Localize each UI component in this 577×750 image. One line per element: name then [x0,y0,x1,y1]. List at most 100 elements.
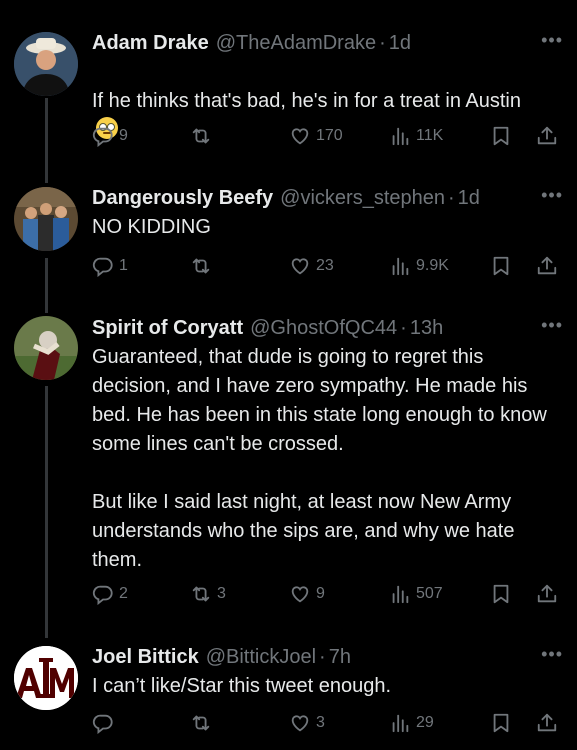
views-count: 9.9K [416,257,449,274]
avatar[interactable] [14,646,78,710]
share-button[interactable] [536,580,558,608]
share-button[interactable] [536,252,558,280]
views-button[interactable]: 11K [389,122,443,150]
views-icon [389,583,411,605]
avatar[interactable] [14,32,78,96]
retweet-count: 3 [217,585,226,602]
views-button[interactable]: 507 [389,580,443,608]
more-icon[interactable]: ••• [541,644,563,665]
share-button[interactable] [536,122,558,150]
reply-button[interactable]: 1 [92,252,128,280]
like-count: 23 [316,257,334,274]
tweet[interactable]: Joel Bittick @BittickJoel · 7h ••• I can… [0,642,577,750]
retweet-icon [190,583,212,605]
display-name[interactable]: Dangerously Beefy [92,187,273,210]
tweet-text-content: If he thinks that's bad, he's in for a t… [92,90,521,112]
tweet-header: Spirit of Coryatt @GhostOfQC44 · 13h [92,313,443,343]
reply-count: 9 [119,127,128,144]
views-count: 29 [416,714,434,731]
avatar[interactable] [14,316,78,380]
timestamp[interactable]: 7h [329,646,351,669]
heart-icon [289,712,311,734]
share-icon [536,583,558,605]
tweet[interactable]: Dangerously Beefy @vickers_stephen · 1d … [0,183,577,286]
tweet-header: Dangerously Beefy @vickers_stephen · 1d [92,183,480,213]
share-icon [536,255,558,277]
user-handle[interactable]: @BittickJoel [206,646,316,669]
action-bar: 9 170 11K [92,122,562,150]
reply-button[interactable]: 2 [92,580,128,608]
more-icon[interactable]: ••• [541,185,563,206]
retweet-icon [190,712,212,734]
reply-icon [92,583,114,605]
heart-icon [289,583,311,605]
more-icon[interactable]: ••• [541,315,563,336]
timestamp[interactable]: 1d [389,32,411,55]
bookmark-icon [490,125,512,147]
reply-count: 1 [119,257,128,274]
retweet-button[interactable] [190,709,217,737]
share-button[interactable] [536,709,558,737]
bookmark-icon [490,255,512,277]
tweet-text: Guaranteed, that dude is going to regret… [92,346,547,571]
display-name[interactable]: Adam Drake [92,32,209,55]
separator-dot: · [448,186,455,209]
tweet-header: Adam Drake @TheAdamDrake · 1d [92,28,411,58]
display-name[interactable]: Joel Bittick [92,646,199,669]
like-button[interactable]: 9 [289,580,325,608]
heart-icon [289,255,311,277]
bookmark-button[interactable] [490,709,512,737]
tweet-header: Joel Bittick @BittickJoel · 7h [92,642,351,672]
reply-button[interactable]: 9 [92,122,128,150]
views-count: 11K [416,127,444,144]
more-icon[interactable]: ••• [541,30,563,51]
reply-icon [92,712,114,734]
views-count: 507 [416,585,443,602]
heart-icon [289,125,311,147]
action-bar: 2 3 9 507 [92,580,562,608]
like-count: 170 [316,127,343,144]
reply-count: 2 [119,585,128,602]
bookmark-button[interactable] [490,252,512,280]
like-button[interactable]: 170 [289,122,343,150]
bookmark-icon [490,583,512,605]
tweet[interactable]: Spirit of Coryatt @GhostOfQC44 · 13h •••… [0,313,577,613]
views-button[interactable]: 29 [389,709,434,737]
bookmark-button[interactable] [490,580,512,608]
bookmark-icon [490,712,512,734]
share-icon [536,712,558,734]
tweet-text: NO KIDDING [92,216,211,238]
display-name[interactable]: Spirit of Coryatt [92,317,243,340]
user-handle[interactable]: @TheAdamDrake [216,32,376,55]
texas-am-logo-icon [14,646,78,710]
action-bar: 3 29 [92,709,562,737]
avatar[interactable] [14,187,78,251]
like-button[interactable]: 3 [289,709,325,737]
reply-icon [92,125,114,147]
separator-dot: · [400,316,407,339]
retweet-icon [190,255,212,277]
user-handle[interactable]: @GhostOfQC44 [250,317,397,340]
like-count: 9 [316,585,325,602]
reply-icon [92,255,114,277]
bookmark-button[interactable] [490,122,512,150]
action-bar: 1 23 9.9K [92,252,562,280]
views-icon [389,125,411,147]
views-button[interactable]: 9.9K [389,252,449,280]
retweet-button[interactable] [190,122,217,150]
like-button[interactable]: 23 [289,252,334,280]
user-handle[interactable]: @vickers_stephen [280,187,445,210]
timestamp[interactable]: 1d [458,187,480,210]
separator-dot: · [379,31,386,54]
like-count: 3 [316,714,325,731]
separator-dot: · [319,645,326,668]
timestamp[interactable]: 13h [410,317,443,340]
reply-button[interactable] [92,709,119,737]
retweet-button[interactable] [190,252,217,280]
retweet-button[interactable]: 3 [190,580,226,608]
tweet[interactable]: Adam Drake @TheAdamDrake · 1d ••• If he … [0,28,577,160]
tweet-text: I can’t like/Star this tweet enough. [92,675,392,697]
share-icon [536,125,558,147]
views-icon [389,712,411,734]
retweet-icon [190,125,212,147]
